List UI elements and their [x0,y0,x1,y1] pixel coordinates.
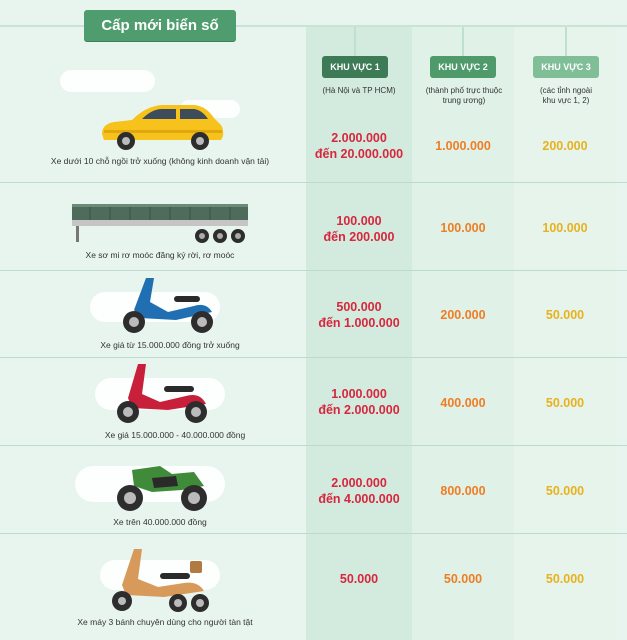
price-area-1: 500.000 đến 1.000.000 [306,299,412,331]
price-area-2: 200.000 [440,308,486,322]
header-area-2: KHU VỰC 2 [430,56,496,78]
row-divider [0,182,627,183]
vehicle-label: Xe dưới 10 chỗ ngồi trở xuống (không kin… [50,156,270,166]
price-area-1: 50.000 [306,571,412,587]
header-area-2-note: (thành phố trực thuộc trung ương) [416,86,512,106]
header-hanger [565,27,567,56]
column-bg-area-3 [514,27,616,640]
page-title: Cấp mới biển số [84,10,236,41]
header-hanger [462,27,464,56]
cloud-decoration [60,70,155,92]
row-divider [0,357,627,358]
price-line: đến 2.000.000 [318,403,400,417]
price-line: đến 200.000 [323,230,395,244]
price-area-1: 2.000.000 đến 4.000.000 [306,475,412,507]
price-line: 50.000 [339,572,379,586]
price-line: 500.000 [336,300,382,314]
header-area-3-note: (các tỉnh ngoài khu vực 1, 2) [518,86,614,106]
scooter-red-icon [117,364,207,423]
price-area-1: 1.000.000 đến 2.000.000 [306,386,412,418]
price-area-3: 200.000 [542,139,588,153]
price-area-2: 800.000 [440,484,486,498]
price-area-3: 100.000 [542,221,588,235]
price-line: đến 20.000.000 [314,147,404,161]
note-line: trung ương) [442,96,486,105]
price-area-1: 100.000 đến 200.000 [306,213,412,245]
row-divider [0,533,627,534]
price-line: 2.000.000 [331,476,387,490]
header-area-1-note: (Hà Nội và TP HCM) [310,86,408,96]
note-line: khu vực 1, 2) [542,96,590,105]
note-line: (các tỉnh ngoài [539,86,593,95]
price-area-2: 400.000 [440,396,486,410]
note-line: (Hà Nội và TP HCM) [322,86,396,95]
column-bg-area-2 [412,27,514,640]
price-area-3: 50.000 [545,308,585,322]
row-divider [0,445,627,446]
vehicle-label: Xe trên 40.000.000 đồng [113,517,207,527]
header-hanger [354,27,356,56]
price-area-1: 2.000.000 đến 20.000.000 [306,130,412,162]
vehicle-label: Xe sơ mi rơ moóc đăng ký rời, rơ moóc [85,250,235,260]
price-area-3: 50.000 [545,484,585,498]
price-line: đến 1.000.000 [318,316,400,330]
price-area-3: 50.000 [545,572,585,586]
fee-infographic: Cấp mới biển số KHU VỰC 1 KHU VỰC 2 KHU … [0,0,627,640]
scooter-blue-icon [123,278,213,333]
vehicle-label: Xe giá 15.000.000 - 40.000.000 đồng [104,430,246,440]
price-area-2: 1.000.000 [435,139,491,153]
vehicle-label: Xe giá từ 15.000.000 đồng trở xuống [100,340,240,350]
header-area-1: KHU VỰC 1 [322,56,388,78]
column-bg-area-1 [306,27,412,640]
price-area-2: 100.000 [440,221,486,235]
trailer-icon [72,204,248,243]
price-line: 2.000.000 [331,131,387,145]
price-line: đến 4.000.000 [318,492,400,506]
row-divider [0,270,627,271]
price-line: 100.000 [336,214,382,228]
header-area-3: KHU VỰC 3 [533,56,599,78]
price-line: 1.000.000 [331,387,387,401]
vehicle-label: Xe máy 3 bánh chuyên dùng cho người tàn … [77,617,253,627]
price-area-3: 50.000 [545,396,585,410]
note-line: (thành phố trực thuộc [425,86,503,95]
car-icon [102,105,224,150]
sport-motorbike-icon [117,466,207,511]
price-area-2: 50.000 [443,572,483,586]
three-wheel-scooter-icon [112,549,209,612]
